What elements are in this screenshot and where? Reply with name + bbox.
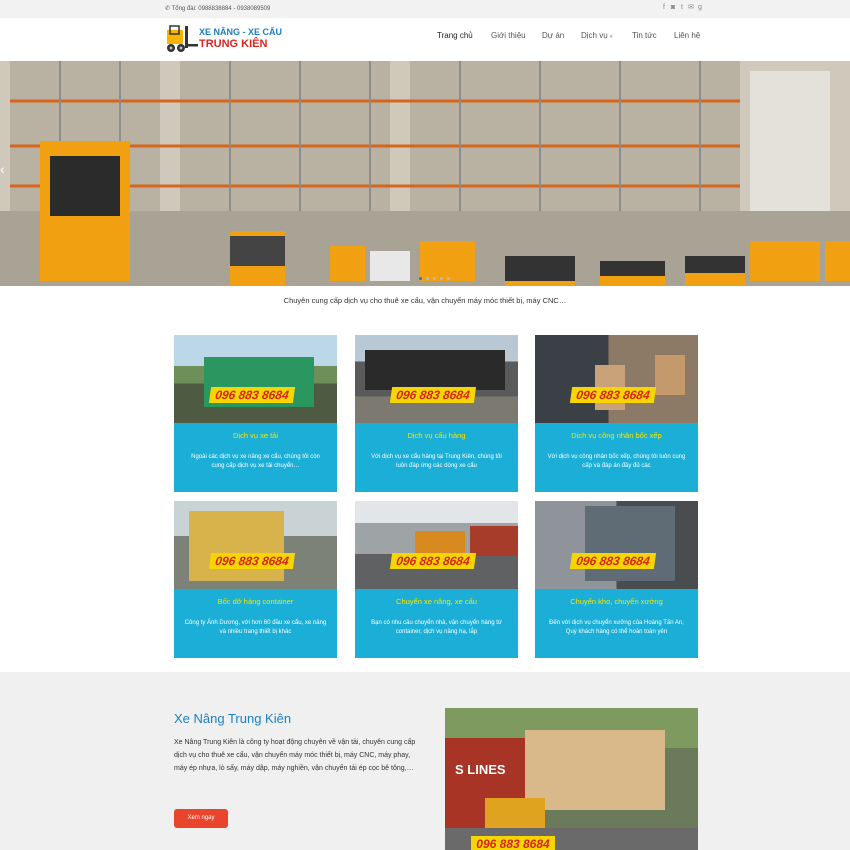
service-description: Công ty Ánh Dương, với hơn 60 đầu xe cẩu… (184, 620, 327, 635)
email-icon[interactable]: ✉ (688, 4, 694, 11)
forklift-logo-icon (167, 25, 198, 52)
phone-badge: 096 883 8684 (389, 553, 477, 569)
nav-news[interactable]: Tin tức (632, 31, 657, 43)
service-card[interactable]: 096 883 8684 Dịch vụ xe tải Ngoài các dị… (174, 335, 337, 492)
service-title[interactable]: Bốc dỡ hàng container (174, 597, 337, 606)
service-photo (355, 501, 518, 589)
about-text: Xe Nâng Trung Kiên là công ty hoạt động … (174, 739, 416, 772)
about-section: Xe Nâng Trung Kiên Xe Nâng Trung Kiên là… (0, 672, 850, 850)
chevron-down-icon: ▾ (609, 34, 613, 40)
hotline-text: Tổng đài: 0988838884 - 0938089509 (171, 6, 271, 12)
phone-badge: 096 883 8684 (208, 387, 296, 403)
phone-badge: 096 883 8684 (208, 553, 296, 569)
phone-badge: 096 883 8684 (569, 553, 657, 569)
nav-contact[interactable]: Liên hệ (674, 31, 700, 43)
machine-shape (365, 350, 505, 390)
service-title[interactable]: Dịch vụ xe tải (174, 431, 337, 440)
tagline: Chuyên cung cấp dịch vụ cho thuê xe cẩu,… (283, 296, 567, 305)
service-photo (174, 501, 337, 589)
social-links: f ◙ t ✉ g (661, 4, 703, 11)
phone-badge: 096 883 8684 (471, 836, 555, 850)
crate-shape (525, 730, 665, 810)
site-logo[interactable]: XE NÂNG - XE CẨU TRUNG KIÊN (165, 24, 282, 56)
container-shape (470, 526, 518, 556)
nav-about[interactable]: Giới thiệu (491, 31, 526, 43)
nav-projects[interactable]: Dự án (542, 31, 564, 43)
nav-services[interactable]: Dịch vụ ▾ (581, 31, 612, 43)
service-description: Ngoài các dịch vụ xe nâng xe cẩu, chúng … (191, 454, 320, 469)
service-card[interactable]: 096 883 8684 Chuyển xe nâng, xe cẩu Bạn … (355, 501, 518, 658)
slider-dots (419, 277, 450, 280)
service-description: Với dịch vụ xe cẩu hàng tại Trung Kiên, … (371, 454, 502, 469)
about-photo: S LINES 096 883 8684 (445, 708, 698, 850)
phone-badge: 096 883 8684 (569, 387, 657, 403)
slider-dot[interactable] (440, 277, 443, 280)
service-title[interactable]: Dịch vụ công nhân bốc xếp (535, 431, 698, 440)
service-card[interactable]: 096 883 8684 Bốc dỡ hàng container Công … (174, 501, 337, 658)
phone-badge: 096 883 8684 (389, 387, 477, 403)
top-bar: ✆ Tổng đài: 0988838884 - 0938089509 f ◙ … (0, 0, 850, 18)
facebook-icon[interactable]: f (661, 4, 667, 11)
service-description: Bạn có nhu cầu chuyển nhà, vận chuyển hà… (371, 620, 502, 635)
machine-shape (585, 506, 675, 581)
forklift-shape (189, 511, 284, 581)
site-header: XE NÂNG - XE CẨU TRUNG KIÊN Trang chủ Gi… (0, 18, 850, 61)
service-photo (355, 335, 518, 423)
service-photo (174, 335, 337, 423)
slider-dot[interactable] (447, 277, 450, 280)
hero-slider[interactable]: ‹ (0, 61, 850, 286)
hero-warehouse-image (0, 61, 850, 286)
service-description: Đến với dịch vụ chuyển xưởng của Hoàng T… (549, 620, 684, 635)
nav-services-label: Dịch vụ (581, 31, 608, 40)
logo-line-2: TRUNG KIÊN (199, 38, 268, 50)
instagram-icon[interactable]: ◙ (670, 4, 676, 11)
view-more-button[interactable]: Xem ngay (174, 809, 228, 828)
service-card[interactable]: 096 883 8684 Dịch vụ công nhân bốc xếp V… (535, 335, 698, 492)
box-shape (655, 355, 685, 395)
logo-line-1: XE NÂNG - XE CẨU (199, 27, 283, 37)
slider-dot[interactable] (419, 277, 422, 280)
service-description: Với dịch vụ công nhân bốc xếp, chúng tôi… (547, 454, 686, 469)
service-photo (535, 335, 698, 423)
about-title: Xe Nâng Trung Kiên (174, 711, 292, 726)
service-title[interactable]: Dịch vụ cẩu hàng (355, 431, 518, 440)
service-card[interactable]: 096 883 8684 Dịch vụ cẩu hàng Với dịch v… (355, 335, 518, 492)
slider-dot[interactable] (433, 277, 436, 280)
twitter-icon[interactable]: t (679, 4, 685, 11)
service-title[interactable]: Chuyển xe nâng, xe cẩu (355, 597, 518, 606)
googleplus-icon[interactable]: g (697, 4, 703, 11)
slider-dot[interactable] (426, 277, 429, 280)
service-photo (535, 501, 698, 589)
phone-icon: ✆ (165, 6, 171, 12)
service-title[interactable]: Chuyển kho, chuyển xưởng (535, 597, 698, 606)
nav-home[interactable]: Trang chủ (437, 31, 473, 43)
chevron-left-icon[interactable]: ‹ (0, 161, 8, 181)
service-card[interactable]: 096 883 8684 Chuyển kho, chuyển xưởng Đế… (535, 501, 698, 658)
hotline: ✆ Tổng đài: 0988838884 - 0938089509 (165, 5, 270, 12)
container-label: S LINES (455, 762, 506, 777)
